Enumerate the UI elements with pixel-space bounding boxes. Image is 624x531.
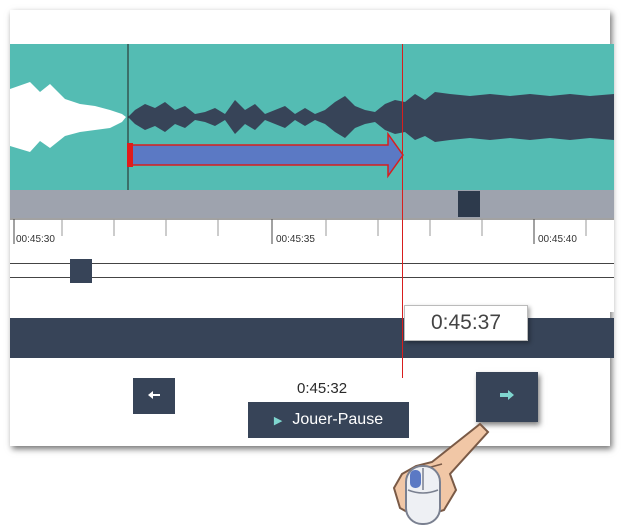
tooltip-time: 0:45:37 — [430, 311, 502, 334]
prev-button[interactable] — [133, 378, 175, 414]
slider-track-bottom — [10, 277, 614, 278]
play-pause-label: Jouer-Pause — [292, 411, 384, 428]
ruler-tick-label: 00:45:30 — [16, 234, 55, 245]
play-icon: ▶ — [273, 414, 283, 427]
hand-mouse-icon — [380, 418, 490, 526]
left-arrow-icon — [147, 387, 161, 405]
waveform-area[interactable] — [10, 44, 614, 190]
ruler-tick-label: 00:45:40 — [538, 234, 577, 245]
time-ruler: 00:45:30 00:45:35 00:45:40 — [10, 218, 614, 256]
next-button[interactable] — [476, 372, 538, 422]
drag-start-marker — [127, 143, 133, 167]
slider-track-top — [10, 263, 614, 264]
zoom-slider[interactable] — [10, 256, 614, 312]
right-arrow-icon — [499, 388, 515, 406]
ruler-tick-label: 00:45:35 — [276, 234, 315, 245]
waveform-scrollbar[interactable] — [10, 190, 614, 218]
target-cursor-line — [402, 44, 403, 378]
drag-arrow — [129, 131, 404, 179]
waveform-played — [10, 82, 126, 152]
slider-handle[interactable] — [70, 259, 92, 283]
time-tooltip: 0:45:37 — [404, 305, 528, 341]
current-time: 0:45:32 — [297, 380, 348, 397]
waveform-unplayed — [128, 92, 614, 142]
scrollbar-thumb[interactable] — [458, 191, 480, 217]
